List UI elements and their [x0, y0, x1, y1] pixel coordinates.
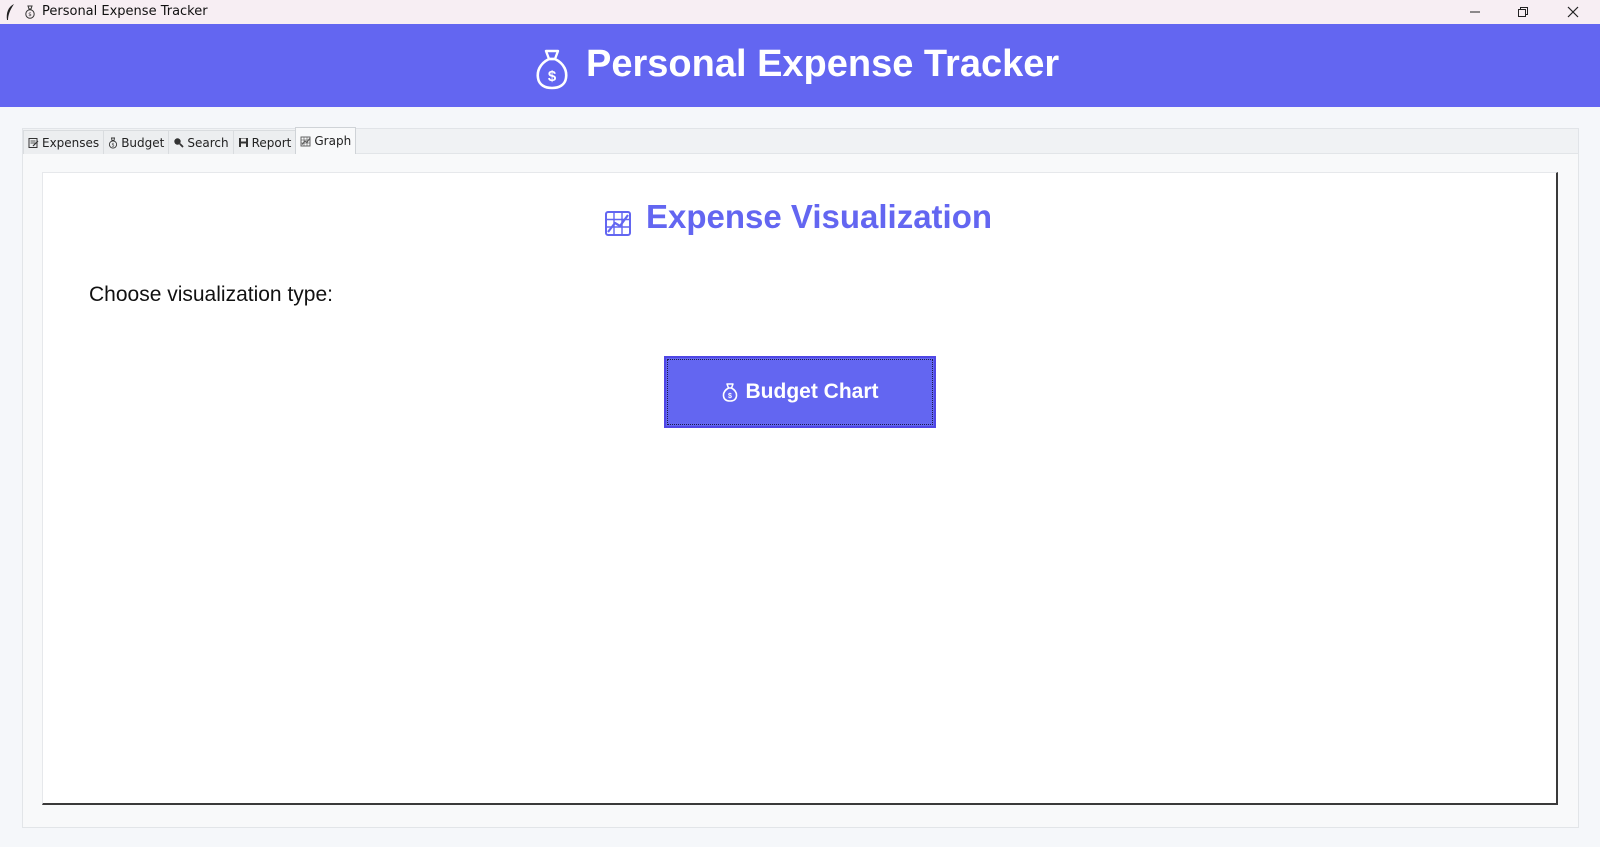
money-bag-icon: $: [25, 5, 35, 19]
tab-label: Expenses: [42, 135, 100, 150]
section-title: Expense Visualization: [646, 198, 993, 235]
tab-label: Budget: [121, 135, 165, 150]
tab-bar: Expenses $ Budget Search Report Graph: [23, 127, 357, 154]
svg-text:$: $: [728, 393, 732, 400]
tab-label: Search: [187, 135, 229, 150]
close-icon: [1567, 6, 1579, 18]
tab-graph[interactable]: Graph: [295, 127, 357, 154]
window-title-bar[interactable]: $ Personal Expense Tracker: [0, 0, 1600, 24]
restore-button[interactable]: [1500, 0, 1546, 24]
svg-text:$: $: [112, 142, 115, 148]
app-header: $ Personal Expense Tracker: [0, 24, 1600, 107]
minimize-button[interactable]: [1452, 0, 1498, 24]
money-bag-icon: $: [536, 49, 568, 90]
window-title: Personal Expense Tracker: [42, 4, 208, 19]
app-title: Personal Expense Tracker: [586, 43, 1060, 85]
tab-label: Graph: [314, 134, 352, 148]
feather-icon: [6, 4, 14, 20]
tab-budget[interactable]: $ Budget: [103, 130, 170, 154]
tab-search[interactable]: Search: [168, 130, 234, 154]
restore-icon: [1518, 7, 1528, 17]
memo-icon: [28, 138, 39, 148]
close-button[interactable]: [1550, 0, 1596, 24]
choose-visualization-label: Choose visualization type:: [89, 283, 333, 306]
svg-text:$: $: [548, 68, 557, 85]
floppy-disk-icon: [238, 138, 248, 147]
magnifier-icon: [174, 138, 184, 148]
chart-icon: [605, 211, 631, 236]
money-bag-icon: $: [722, 382, 737, 402]
budget-chart-button[interactable]: $ Budget Chart: [664, 356, 936, 428]
money-bag-icon: $: [109, 137, 118, 149]
tab-report[interactable]: Report: [232, 130, 297, 154]
minimize-icon: [1470, 11, 1480, 13]
graph-panel: Expense Visualization Choose visualizati…: [42, 172, 1558, 805]
chart-icon: [300, 136, 311, 146]
tab-label: Report: [251, 135, 292, 150]
budget-chart-label: Budget Chart: [745, 380, 879, 403]
svg-text:$: $: [28, 12, 32, 18]
tab-expenses[interactable]: Expenses: [23, 130, 105, 154]
